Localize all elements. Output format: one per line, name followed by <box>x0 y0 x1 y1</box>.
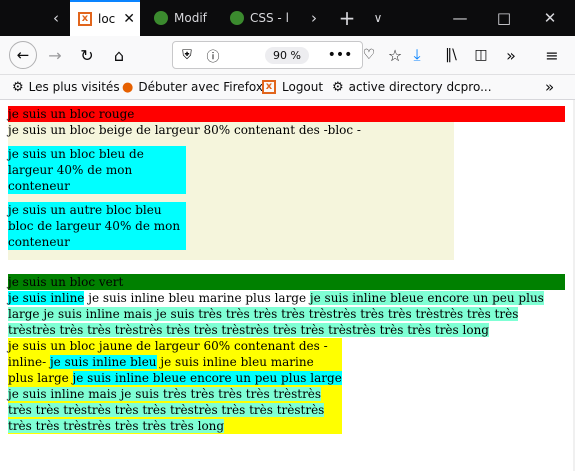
close-window-button[interactable]: ✕ <box>530 0 570 36</box>
back-button[interactable]: ← <box>8 36 38 74</box>
beige-block: je suis un bloc beige de largeur 80% con… <box>8 122 454 260</box>
tab-css[interactable]: CSS - l <box>224 0 300 36</box>
maximize-button[interactable]: □ <box>484 0 524 36</box>
xampp-icon: x <box>262 80 276 94</box>
gear-icon: ⚙ <box>12 79 24 95</box>
info-icon[interactable]: ⓘ <box>204 36 222 74</box>
inline-span-navy: je suis inline bleu marine plus large <box>84 291 310 305</box>
bookmark-getting-started[interactable]: ● Débuter avec Firefox <box>122 75 263 99</box>
inline-span-long: je suis inline mais je suis très très tr… <box>8 387 325 433</box>
tab-label: loc <box>98 12 116 26</box>
red-block: je suis un bloc rouge <box>8 106 565 122</box>
home-button[interactable]: ⌂ <box>106 36 132 74</box>
back-arrow-icon: ← <box>9 41 37 69</box>
inline-span-long: je suis inline mais je suis très très tr… <box>8 307 519 337</box>
minimize-button[interactable]: — <box>440 0 480 36</box>
close-tab-icon[interactable]: ✕ <box>123 11 135 27</box>
page-actions-icon[interactable]: ••• <box>328 36 353 74</box>
inline-paragraph: je suis inline je suis inline bleu marin… <box>8 290 565 338</box>
gear-favicon-icon <box>230 11 244 25</box>
tab-modif[interactable]: Modif <box>148 0 226 36</box>
yellow-block: je suis un bloc jaune de largeur 60% con… <box>8 338 343 434</box>
tab-scroll-right-button[interactable]: › <box>302 0 326 36</box>
bookmark-label: Logout <box>282 80 324 94</box>
bookmark-star-icon[interactable]: ☆ <box>384 36 406 74</box>
beige-block-text: je suis un bloc beige de largeur 80% con… <box>8 123 361 137</box>
new-tab-button[interactable]: + <box>334 0 360 36</box>
navigation-toolbar: ← → ↻ ⌂ ⛨ ⓘ 90 % ••• ♡ ☆ ⤓ ‖\ ◫ » ≡ <box>0 36 575 75</box>
tab-active[interactable]: x loc ✕ <box>70 0 140 36</box>
shield-icon[interactable]: ⛨ <box>178 36 196 74</box>
bookmark-active-directory[interactable]: ⚙ active directory dcpro... <box>332 75 492 99</box>
page-body: je suis un bloc rouge je suis un bloc be… <box>8 106 565 434</box>
bookmark-label: active directory dcpro... <box>348 80 492 94</box>
inline-span-blue: je suis inline <box>8 291 85 305</box>
reload-button[interactable]: ↻ <box>74 36 100 74</box>
bookmarks-toolbar: ⚙ Les plus visités ● Débuter avec Firefo… <box>0 75 575 100</box>
bookmark-label: Débuter avec Firefox <box>138 80 263 94</box>
gear-favicon-icon <box>154 11 168 25</box>
pocket-icon[interactable]: ♡ <box>358 36 380 74</box>
xampp-favicon-icon: x <box>78 12 92 26</box>
tab-label: Modif <box>174 11 207 25</box>
bookmark-logout[interactable]: x Logout <box>262 75 323 99</box>
inline-span-lightblue: je suis inline bleue encore un peu plus … <box>72 371 342 385</box>
overflow-menu-icon[interactable]: » <box>500 36 522 74</box>
tab-scroll-left-button[interactable]: ‹ <box>44 0 68 36</box>
tab-label: CSS - l <box>250 11 289 25</box>
gear-person-icon: ⚙ <box>332 79 344 95</box>
library-icon[interactable]: ‖\ <box>440 36 462 74</box>
bookmarks-overflow-icon[interactable]: » <box>545 75 554 99</box>
zoom-level-badge[interactable]: 90 % <box>265 47 309 64</box>
firefox-icon: ● <box>122 79 134 95</box>
downloads-icon[interactable]: ⤓ <box>406 36 428 74</box>
list-tabs-chevron-icon[interactable]: ∨ <box>366 0 390 36</box>
forward-button[interactable]: → <box>42 36 68 74</box>
bookmark-most-visited[interactable]: ⚙ Les plus visités <box>12 75 120 99</box>
green-block: je suis un bloc vert <box>8 274 565 290</box>
tab-strip: ‹ x loc ✕ Modif CSS - l › + ∨ — □ ✕ <box>0 0 575 36</box>
blue-block-2: je suis un autre bloc bleu bloc de large… <box>8 202 187 250</box>
sidebar-icon[interactable]: ◫ <box>470 36 492 74</box>
inline-span-blue: je suis inline bleu <box>49 355 157 369</box>
blue-block-1: je suis un bloc bleu de largeur 40% de m… <box>8 146 187 194</box>
hamburger-menu-icon[interactable]: ≡ <box>540 36 564 74</box>
bookmark-label: Les plus visités <box>28 80 120 94</box>
page-viewport: je suis un bloc rouge je suis un bloc be… <box>0 100 575 471</box>
